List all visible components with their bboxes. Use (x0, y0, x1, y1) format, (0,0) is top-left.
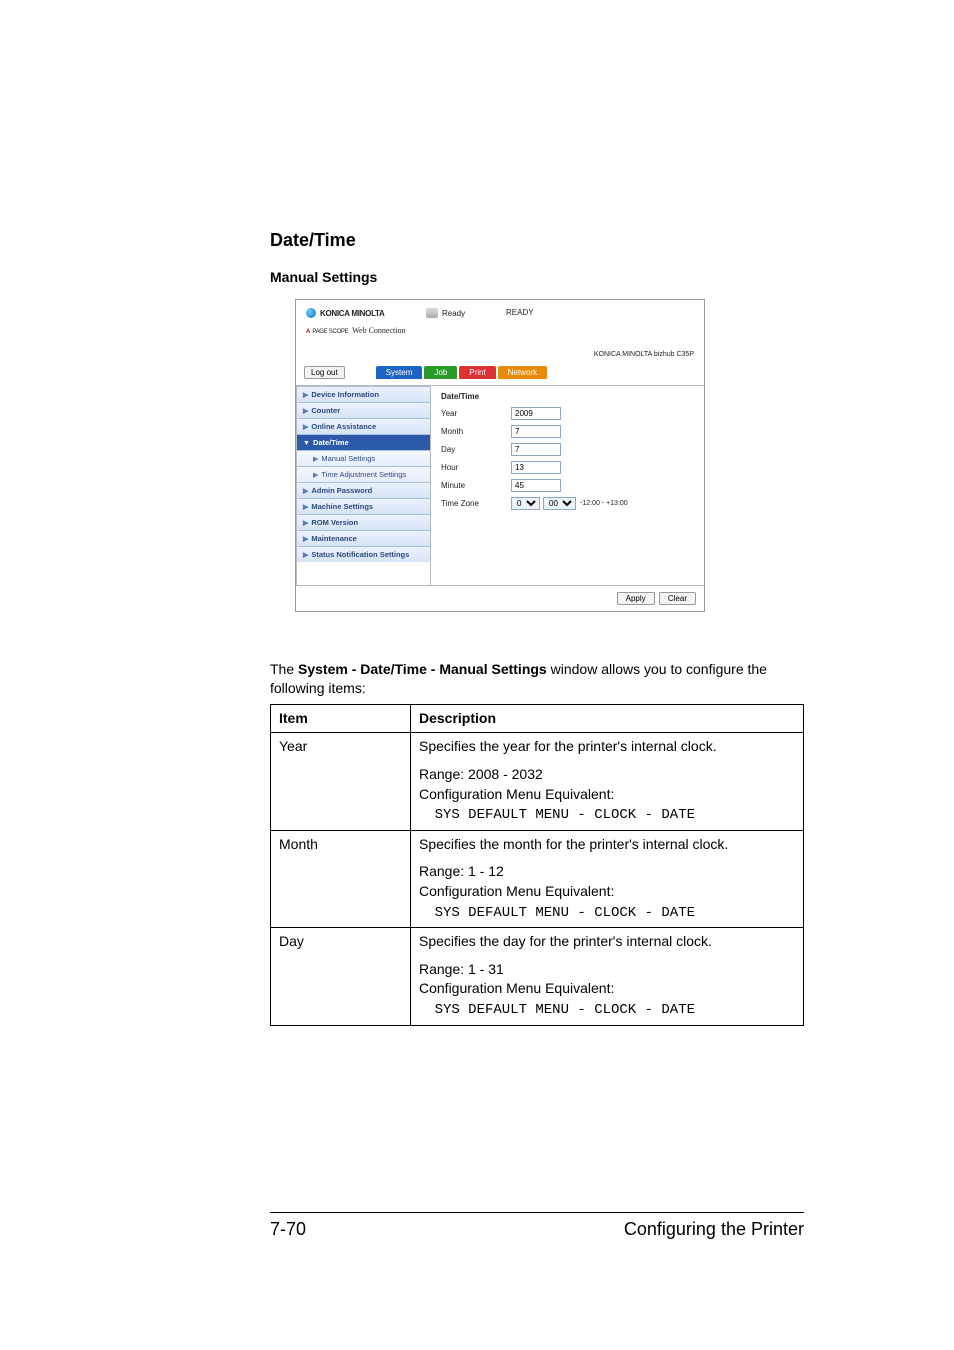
row-year-item: Year (271, 733, 411, 830)
page-footer: 7-70 Configuring the Printer (270, 1212, 804, 1240)
model-label: KONICA MINOLTA bizhub C35P (296, 347, 704, 362)
main-tabs: System Job Print Network (376, 366, 549, 379)
form-heading: Date/Time (441, 392, 694, 401)
year-input[interactable] (511, 407, 561, 420)
globe-icon (306, 308, 316, 318)
tab-print[interactable]: Print (459, 366, 495, 379)
section-title: Date/Time (270, 230, 804, 251)
printer-status: Ready (426, 308, 465, 318)
month-label: Month (441, 427, 511, 436)
minute-label: Minute (441, 481, 511, 490)
clear-button[interactable]: Clear (659, 592, 696, 605)
page-number: 7-70 (270, 1219, 306, 1240)
brand-text: KONICA MINOLTA (320, 309, 385, 318)
minute-input[interactable] (511, 479, 561, 492)
timezone-label: Time Zone (441, 499, 511, 508)
sidebar-item-machine-settings[interactable]: ▶Machine Settings (297, 498, 430, 514)
intro-paragraph: The System - Date/Time - Manual Settings… (270, 660, 804, 698)
brand-logo: KONICA MINOLTA (306, 308, 385, 318)
timezone-hour-select[interactable]: 0 (511, 497, 540, 510)
items-table: Item Description Year Specifies the year… (270, 704, 804, 1026)
th-item: Item (271, 704, 411, 733)
th-description: Description (411, 704, 804, 733)
admin-screenshot: KONICA MINOLTA Ready READY APAGE SCOPE W… (295, 299, 705, 612)
web-connection-label: APAGE SCOPE Web Connection (296, 322, 704, 347)
sidebar-item-maintenance[interactable]: ▶Maintenance (297, 530, 430, 546)
sidebar-item-admin-password[interactable]: ▶Admin Password (297, 482, 430, 498)
timezone-range: -12:00 - +13:00 (580, 500, 628, 507)
printer-icon (426, 308, 438, 318)
logout-button[interactable]: Log out (304, 366, 345, 379)
datetime-form: Date/Time Year Month Day Hour (431, 386, 704, 585)
tab-system[interactable]: System (376, 366, 423, 379)
tab-job[interactable]: Job (424, 366, 457, 379)
row-day-item: Day (271, 928, 411, 1025)
sidebar-item-online-assistance[interactable]: ▶Online Assistance (297, 418, 430, 434)
sidebar-item-date-time[interactable]: ▼Date/Time (297, 434, 430, 450)
row-day-desc: Specifies the day for the printer's inte… (411, 928, 804, 1025)
footer-label: Configuring the Printer (624, 1219, 804, 1240)
sidebar-item-rom-version[interactable]: ▶ROM Version (297, 514, 430, 530)
year-label: Year (441, 409, 511, 418)
month-input[interactable] (511, 425, 561, 438)
tab-network[interactable]: Network (498, 366, 547, 379)
status-label: Ready (442, 309, 465, 318)
sidebar-sub-manual-settings[interactable]: ▶Manual Settings (297, 450, 430, 466)
section-subtitle: Manual Settings (270, 269, 804, 285)
sidebar-sub-time-adjustment[interactable]: ▶Time Adjustment Settings (297, 466, 430, 482)
sidebar-item-counter[interactable]: ▶Counter (297, 402, 430, 418)
sidebar-item-status-notification[interactable]: ▶Status Notification Settings (297, 546, 430, 562)
day-label: Day (441, 445, 511, 454)
sidebar: ▶Device Information ▶Counter ▶Online Ass… (296, 386, 431, 585)
hour-label: Hour (441, 463, 511, 472)
row-year-desc: Specifies the year for the printer's int… (411, 733, 804, 830)
apply-button[interactable]: Apply (617, 592, 655, 605)
row-month-desc: Specifies the month for the printer's in… (411, 830, 804, 927)
day-input[interactable] (511, 443, 561, 456)
status-text: READY (506, 308, 534, 317)
row-month-item: Month (271, 830, 411, 927)
sidebar-item-device-info[interactable]: ▶Device Information (297, 386, 430, 402)
hour-input[interactable] (511, 461, 561, 474)
timezone-minute-select[interactable]: 00 (543, 497, 576, 510)
